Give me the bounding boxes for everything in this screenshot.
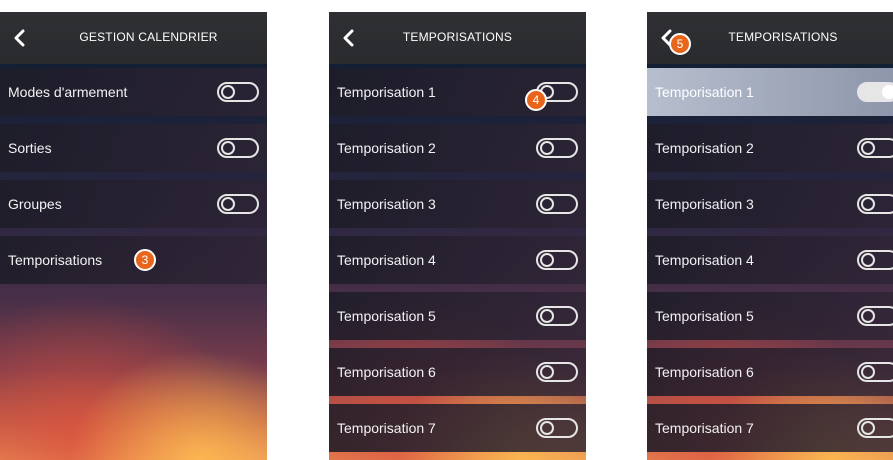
- list-item-groupes[interactable]: Groupes: [0, 180, 267, 228]
- list-item-label: Temporisation 1: [337, 84, 436, 100]
- list-item-label: Temporisations: [8, 252, 103, 268]
- toggle-switch[interactable]: [857, 138, 893, 158]
- toggle-switch[interactable]: [217, 194, 259, 214]
- toggle-knob: [861, 365, 875, 379]
- toggle-switch[interactable]: [857, 306, 893, 326]
- toggle-switch[interactable]: [536, 306, 578, 326]
- screen-temporisations-list: TEMPORISATIONS Temporisation 1 4 Tempori…: [329, 12, 586, 460]
- toggle-switch[interactable]: [857, 82, 893, 102]
- list-item-label: Groupes: [8, 196, 62, 212]
- screen-temporisations-selected: 5 TEMPORISATIONS Temporisation 1 Tempori…: [647, 12, 893, 460]
- toggle-switch[interactable]: [857, 418, 893, 438]
- list-item-label: Temporisation 5: [655, 308, 754, 324]
- list-item-label: Temporisation 4: [655, 252, 754, 268]
- list-item-label: Temporisation 6: [337, 364, 436, 380]
- list-item-temporisation-6[interactable]: Temporisation 6: [329, 348, 586, 396]
- step-badge: 4: [525, 89, 547, 111]
- list-item-temporisations[interactable]: Temporisations 3: [0, 236, 267, 284]
- temporisation-list: Temporisation 1 4 Temporisation 2 Tempor…: [329, 68, 586, 460]
- list-item-temporisation-1[interactable]: Temporisation 1 4: [329, 68, 586, 116]
- toggle-knob: [540, 309, 554, 323]
- toggle-knob: [861, 197, 875, 211]
- toggle-knob: [861, 421, 875, 435]
- toggle-knob: [221, 85, 235, 99]
- list-item-label: Temporisation 7: [337, 420, 436, 436]
- list-item-temporisation-7[interactable]: Temporisation 7: [647, 404, 893, 452]
- list-item-temporisation-1[interactable]: Temporisation 1: [647, 68, 893, 116]
- list-item-temporisation-4[interactable]: Temporisation 4: [647, 236, 893, 284]
- list-item-temporisation-2[interactable]: Temporisation 2: [647, 124, 893, 172]
- list-item-temporisation-7[interactable]: Temporisation 7: [329, 404, 586, 452]
- list-item-temporisation-6[interactable]: Temporisation 6: [647, 348, 893, 396]
- list-item-label: Temporisation 1: [655, 84, 754, 100]
- header: GESTION CALENDRIER: [0, 12, 267, 64]
- toggle-knob: [221, 197, 235, 211]
- page-title: TEMPORISATIONS: [728, 30, 838, 44]
- toggle-switch[interactable]: [536, 138, 578, 158]
- list-item-label: Temporisation 2: [655, 140, 754, 156]
- step-badge: 3: [134, 249, 156, 271]
- list-item-temporisation-4[interactable]: Temporisation 4: [329, 236, 586, 284]
- list-item-label: Temporisation 6: [655, 364, 754, 380]
- list-item-modes-armement[interactable]: Modes d'armement: [0, 68, 267, 116]
- page-title: GESTION CALENDRIER: [79, 30, 218, 44]
- toggle-switch[interactable]: [857, 194, 893, 214]
- toggle-knob: [540, 141, 554, 155]
- list-item-label: Temporisation 2: [337, 140, 436, 156]
- list-item-label: Sorties: [8, 140, 52, 156]
- toggle-knob: [861, 141, 875, 155]
- list-item-label: Temporisation 7: [655, 420, 754, 436]
- toggle-knob: [221, 141, 235, 155]
- page-title: TEMPORISATIONS: [402, 30, 513, 44]
- toggle-knob: [540, 197, 554, 211]
- toggle-switch[interactable]: [857, 250, 893, 270]
- list-item-temporisation-3[interactable]: Temporisation 3: [329, 180, 586, 228]
- toggle-switch[interactable]: [857, 362, 893, 382]
- list-item-temporisation-3[interactable]: Temporisation 3: [647, 180, 893, 228]
- header: 5 TEMPORISATIONS: [647, 12, 893, 64]
- list-item-label: Temporisation 4: [337, 252, 436, 268]
- temporisation-list: Temporisation 1 Temporisation 2 Temporis…: [647, 68, 893, 460]
- list-item-label: Temporisation 3: [655, 196, 754, 212]
- toggle-knob: [861, 253, 875, 267]
- list-item-temporisation-5[interactable]: Temporisation 5: [647, 292, 893, 340]
- settings-list: Modes d'armement Sorties Groupes Tempori…: [0, 68, 267, 292]
- toggle-switch[interactable]: [536, 250, 578, 270]
- screen-gestion-calendrier: GESTION CALENDRIER Modes d'armement Sort…: [0, 12, 267, 460]
- toggle-knob: [540, 253, 554, 267]
- list-item-label: Modes d'armement: [8, 84, 128, 100]
- toggle-knob: [540, 421, 554, 435]
- list-item-label: Temporisation 3: [337, 196, 436, 212]
- toggle-switch[interactable]: [536, 194, 578, 214]
- toggle-switch[interactable]: [217, 82, 259, 102]
- toggle-switch[interactable]: [217, 138, 259, 158]
- toggle-knob: [882, 85, 893, 99]
- list-item-sorties[interactable]: Sorties: [0, 124, 267, 172]
- header: TEMPORISATIONS: [329, 12, 586, 64]
- toggle-knob: [861, 309, 875, 323]
- list-item-label: Temporisation 5: [337, 308, 436, 324]
- toggle-switch[interactable]: [536, 418, 578, 438]
- toggle-switch[interactable]: [536, 362, 578, 382]
- list-item-temporisation-5[interactable]: Temporisation 5: [329, 292, 586, 340]
- toggle-knob: [540, 365, 554, 379]
- list-item-temporisation-2[interactable]: Temporisation 2: [329, 124, 586, 172]
